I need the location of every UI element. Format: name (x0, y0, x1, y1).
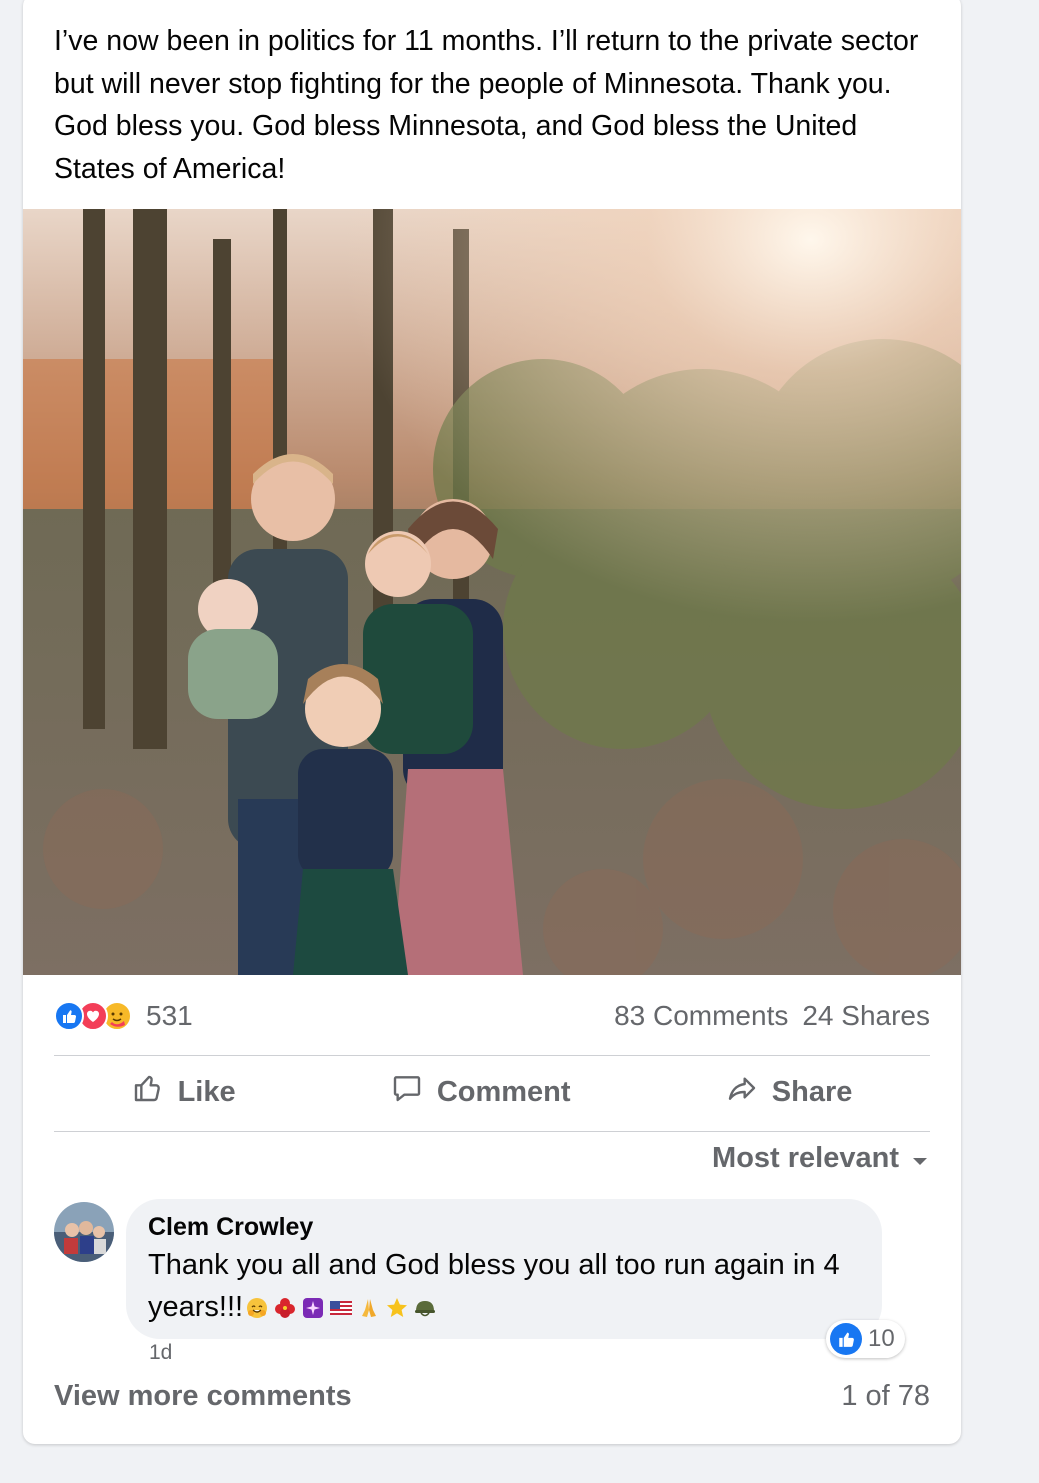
comment-bubble: Clem Crowley Thank you all and God bless… (126, 1199, 882, 1339)
comment-like-count: 10 (868, 1325, 895, 1352)
sort-label: Most relevant (712, 1142, 899, 1174)
comment-label: Comment (436, 1075, 571, 1108)
reaction-count: 531 (146, 1000, 193, 1031)
hugging-face-icon (247, 1298, 268, 1319)
comments-footer: View more comments 1 of 78 (54, 1380, 930, 1413)
comment-text-block: Thank you all and God bless you all too … (148, 1244, 860, 1328)
us-flag-icon (330, 1301, 353, 1316)
folded-hands-icon (362, 1299, 377, 1318)
view-more-comments-link[interactable]: View more comments (54, 1380, 352, 1413)
comment-sort-dropdown[interactable]: Most relevant (712, 1142, 929, 1175)
family-photo-image (23, 209, 961, 975)
hibiscus-icon (275, 1298, 296, 1319)
share-label: Share (771, 1075, 853, 1108)
reaction-summary[interactable]: 531 (54, 1000, 193, 1032)
action-bar: Like Comment Share (54, 1057, 930, 1127)
thumbs-up-icon (132, 1072, 164, 1112)
comment-author[interactable]: Clem Crowley (148, 1213, 860, 1242)
military-helmet-icon (415, 1301, 436, 1317)
comment-reaction-badge[interactable]: 10 (826, 1320, 905, 1358)
post-stats: 531 83 Comments 24 Shares (54, 994, 930, 1038)
engagement-counts: 83 Comments 24 Shares (614, 1000, 930, 1032)
speech-bubble-icon (391, 1072, 423, 1112)
comments-count-link[interactable]: 83 Comments (614, 1000, 788, 1032)
purple-sparkle-icon (303, 1298, 324, 1319)
divider-bottom (54, 1131, 930, 1132)
post-card: I’ve now been in politics for 11 months.… (23, 0, 961, 1444)
share-arrow-icon (726, 1072, 758, 1112)
comment-button[interactable]: Comment (371, 1064, 591, 1120)
star-icon (387, 1298, 408, 1318)
comment-emojis (245, 1296, 437, 1320)
shares-count-link[interactable]: 24 Shares (802, 1000, 930, 1032)
post-text: I’ve now been in politics for 11 months.… (54, 25, 919, 185)
avatar[interactable] (54, 1202, 114, 1262)
caret-down-icon (911, 1142, 929, 1175)
like-reaction-icon (54, 1001, 84, 1031)
post-photo[interactable] (23, 209, 961, 975)
like-reaction-icon (830, 1323, 862, 1355)
like-label: Like (177, 1075, 236, 1108)
comment-timestamp[interactable]: 1d (149, 1341, 172, 1365)
share-button[interactable]: Share (706, 1064, 873, 1120)
divider-top (54, 1055, 930, 1056)
like-button[interactable]: Like (112, 1064, 256, 1120)
comment-pager: 1 of 78 (841, 1380, 930, 1412)
